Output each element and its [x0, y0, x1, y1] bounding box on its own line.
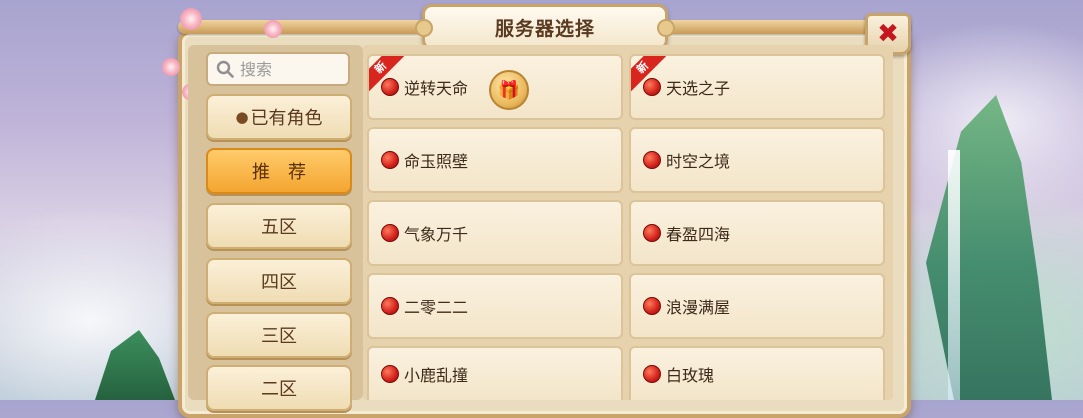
category-label: 二区	[261, 379, 297, 400]
server-item[interactable]: 时空之境	[629, 127, 885, 193]
blossom-decoration	[180, 8, 202, 30]
server-name: 小鹿乱撞	[404, 366, 469, 385]
background-cliff-right	[926, 95, 1052, 400]
server-item[interactable]: 二零二二	[367, 273, 623, 339]
server-item[interactable]: 新 逆转天命 🎁	[367, 54, 623, 120]
status-dot-icon	[381, 151, 399, 169]
category-my-roles[interactable]: ● 已有角色	[206, 94, 352, 140]
blossom-decoration	[264, 20, 282, 38]
search-input[interactable]	[238, 58, 342, 80]
server-name: 逆转天命	[404, 79, 469, 98]
status-dot-icon	[643, 151, 661, 169]
page-title: 服务器选择	[494, 17, 595, 40]
server-name: 二零二二	[404, 298, 469, 317]
status-dot-icon	[381, 297, 399, 315]
status-dot-icon	[643, 365, 661, 383]
title-ornament	[657, 19, 675, 37]
status-dot-icon	[643, 78, 661, 96]
server-name: 时空之境	[666, 152, 731, 171]
server-name: 春盈四海	[666, 225, 731, 244]
status-dot-icon	[381, 365, 399, 383]
search-icon	[216, 60, 234, 78]
server-name: 浪漫满屋	[666, 298, 731, 317]
category-label: 四区	[261, 272, 297, 293]
title-ornament	[415, 19, 433, 37]
category-label: 五区	[261, 217, 297, 238]
server-item[interactable]: 白玫瑰	[629, 346, 885, 400]
status-dot-icon	[381, 78, 399, 96]
category-label: 推 荐	[252, 162, 306, 183]
status-dot-icon	[381, 224, 399, 242]
category-zone-3[interactable]: 三区	[206, 312, 352, 358]
server-name: 命玉照壁	[404, 152, 469, 171]
background-waterfall	[948, 150, 960, 400]
close-x-icon: ✖	[877, 19, 899, 49]
background-cliff-left	[95, 330, 175, 400]
server-name: 天选之子	[666, 79, 731, 98]
gift-icon[interactable]: 🎁	[489, 70, 529, 110]
category-label: 已有角色	[250, 108, 323, 129]
server-item[interactable]: 气象万千	[367, 200, 623, 266]
server-item[interactable]: 小鹿乱撞	[367, 346, 623, 400]
server-item[interactable]: 命玉照壁	[367, 127, 623, 193]
server-item[interactable]: 春盈四海	[629, 200, 885, 266]
category-zone-5[interactable]: 五区	[206, 203, 352, 249]
user-icon: ●	[235, 108, 249, 126]
category-recommended[interactable]: 推 荐	[206, 148, 352, 194]
status-dot-icon	[643, 297, 661, 315]
server-name: 气象万千	[404, 225, 469, 244]
search-box[interactable]	[206, 52, 350, 86]
server-item[interactable]: 新 天选之子	[629, 54, 885, 120]
server-item[interactable]: 浪漫满屋	[629, 273, 885, 339]
blossom-decoration	[162, 58, 180, 76]
server-name: 白玫瑰	[666, 366, 715, 385]
status-dot-icon	[643, 224, 661, 242]
category-label: 三区	[261, 326, 297, 347]
title-plate: 服务器选择	[415, 4, 675, 50]
category-zone-2[interactable]: 二区	[206, 365, 352, 411]
category-zone-4[interactable]: 四区	[206, 258, 352, 304]
